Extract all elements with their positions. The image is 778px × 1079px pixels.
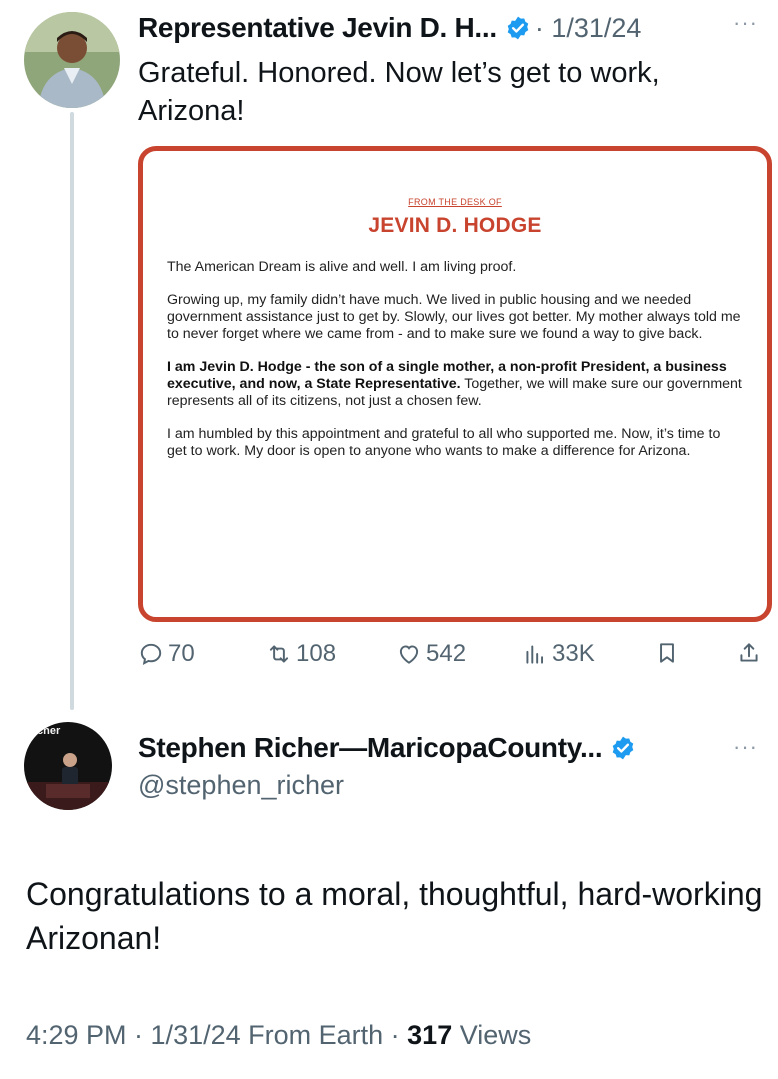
heart-icon — [399, 645, 419, 664]
reply-author-name[interactable]: Stephen Richer—MaricopaCounty... — [138, 732, 603, 764]
views-button[interactable]: 33K — [522, 640, 595, 668]
tweet-meta: 4:29 PM · 1/31/24 From Earth · 317 Views — [26, 1020, 531, 1051]
reply-icon — [140, 643, 162, 666]
verified-badge-icon — [505, 15, 531, 41]
letter-from-label: FROM THE DESK OF — [408, 197, 502, 207]
thread-connector — [70, 112, 74, 710]
timestamp[interactable]: 4:29 PM · 1/31/24 From Earth · — [26, 1020, 407, 1050]
reply-header: Stephen Richer—MaricopaCounty... — [138, 728, 778, 768]
meta-views-label: Views — [452, 1020, 532, 1050]
more-options-icon[interactable]: ··· — [733, 10, 758, 36]
reply-text: Congratulations to a moral, thoughtful, … — [26, 876, 763, 956]
tweet-header: Representative Jevin D. H... · 1/31/24 — [138, 8, 778, 48]
bookmark-button[interactable] — [654, 640, 684, 666]
like-button[interactable]: 542 — [396, 640, 466, 668]
author-name[interactable]: Representative Jevin D. H... — [138, 12, 497, 44]
more-options-icon[interactable]: ··· — [733, 734, 758, 760]
letter-paragraph-4: I am humbled by this appointment and gra… — [167, 426, 721, 459]
tweet-date[interactable]: · 1/31/24 — [535, 13, 642, 44]
like-count: 542 — [426, 640, 467, 667]
tweet-text: Grateful. Honored. Now let’s get to work… — [138, 57, 660, 127]
views-count: 33K — [552, 640, 595, 667]
avatar-image — [24, 12, 120, 108]
letter-paragraph-3: I am Jevin D. Hodge - the son of a singl… — [167, 359, 743, 410]
bookmark-icon — [660, 643, 674, 663]
repost-icon — [269, 645, 289, 663]
reply-count: 70 — [168, 640, 195, 667]
author-avatar[interactable] — [24, 12, 120, 108]
reply-author-handle[interactable]: @stephen_richer — [138, 770, 344, 801]
verified-badge-icon — [610, 735, 636, 761]
avatar-label: Richer — [26, 725, 61, 737]
letter-paragraph-2: Growing up, my family didn’t have much. … — [167, 292, 741, 342]
letter-paragraph-1: The American Dream is alive and well. I … — [167, 259, 517, 275]
letter-name-heading: JEVIN D. HODGE — [368, 214, 542, 237]
repost-count: 108 — [296, 640, 337, 667]
repost-button[interactable]: 108 — [266, 640, 336, 668]
meta-views-count: 317 — [407, 1020, 453, 1050]
reply-author-avatar[interactable]: Richer — [24, 722, 112, 810]
share-icon — [740, 643, 758, 662]
tweet-action-bar: 70 108 542 33K — [138, 640, 768, 680]
reply-button[interactable]: 70 — [138, 640, 195, 668]
avatar-image: Richer — [24, 722, 112, 810]
attached-letter-image[interactable]: FROM THE DESK OF JEVIN D. HODGE The Amer… — [138, 146, 772, 622]
views-chart-icon — [526, 645, 544, 664]
share-button[interactable] — [736, 640, 766, 666]
